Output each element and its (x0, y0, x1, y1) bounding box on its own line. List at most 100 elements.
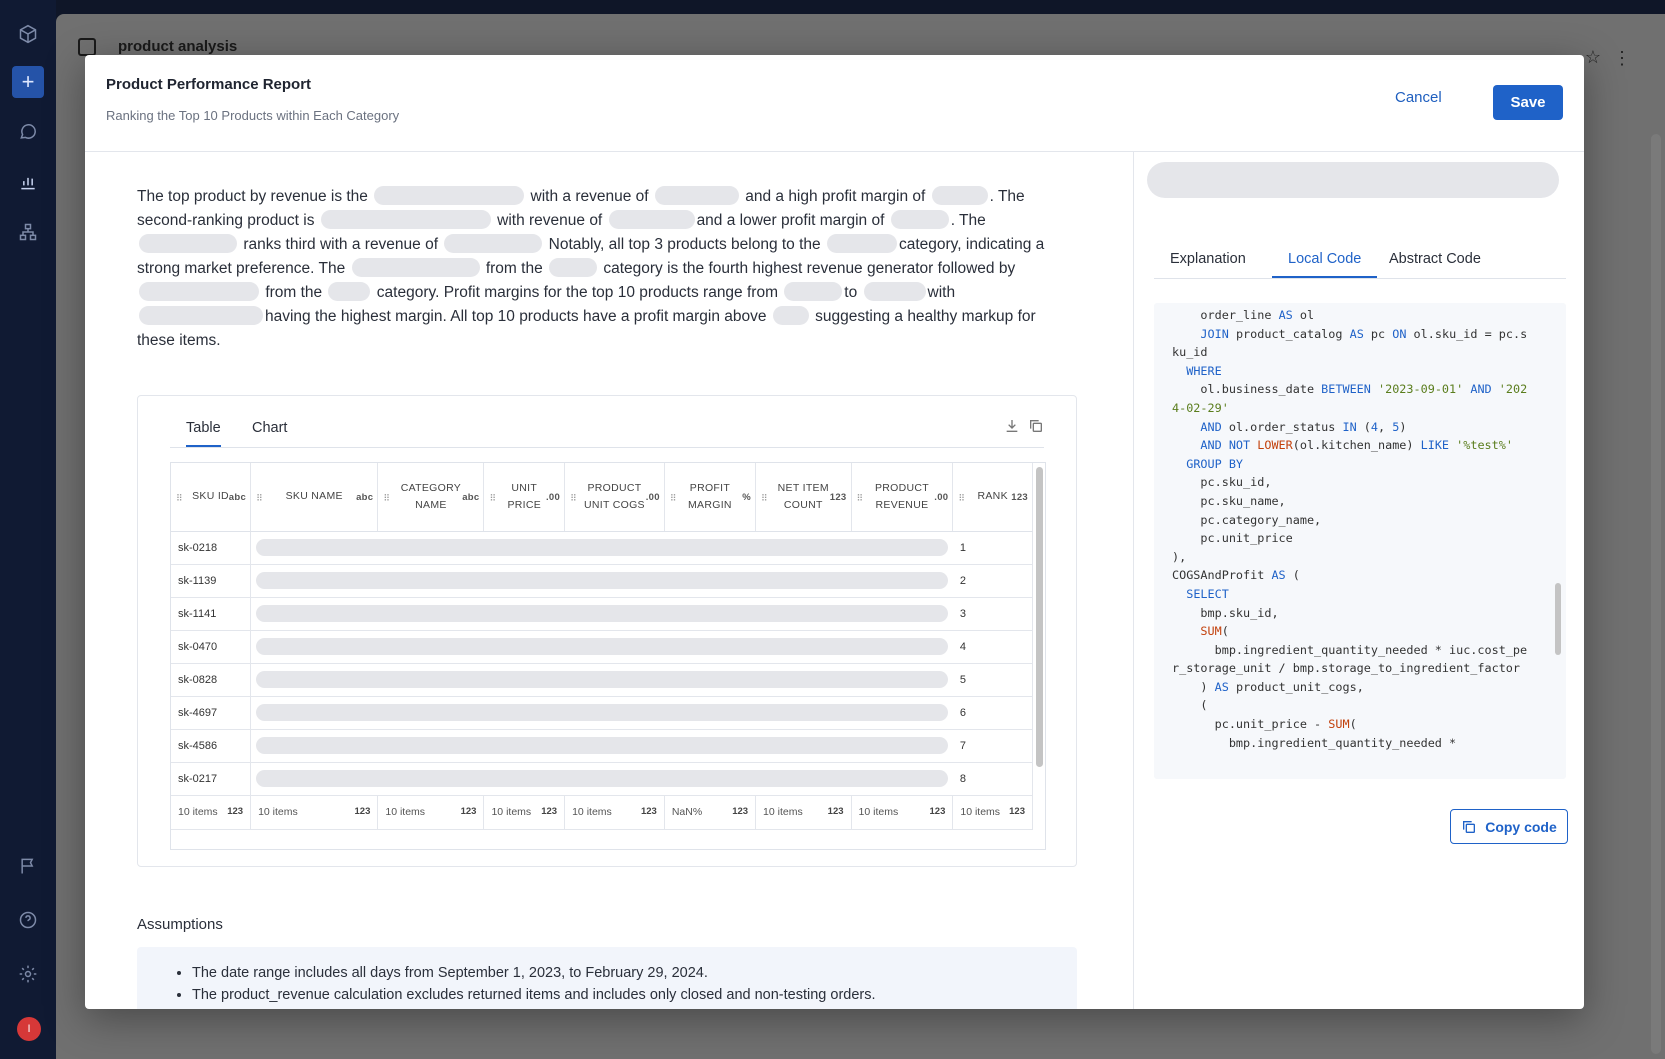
sku-id-cell: sk-1139 (171, 564, 252, 598)
footer-summary: 10 items (491, 806, 532, 818)
column-header-product-revenue[interactable]: ⠿ PRODUCT REVENUE .00 (851, 463, 954, 532)
column-header-product-unit-cogs[interactable]: ⠿ PRODUCT UNIT COGS .00 (564, 463, 665, 532)
type-badge: .00 (645, 492, 660, 503)
drag-handle-icon[interactable]: ⠿ (670, 493, 677, 504)
footer-cell: 10 items 123 (564, 795, 665, 830)
tab-chart[interactable]: Chart (252, 420, 287, 436)
settings-icon[interactable] (12, 958, 44, 990)
type-badge: abc (462, 492, 480, 503)
download-icon[interactable] (1004, 418, 1020, 437)
report-modal: Product Performance Report Ranking the T… (85, 55, 1584, 1009)
redacted-row-values (250, 663, 953, 697)
table-header-row: ⠿ SKU ID abc ⠿ SKU NAME abc ⠿ CATEGORY NAME ab… (171, 463, 1033, 532)
rank-cell: 5 (952, 663, 1033, 697)
table-scrollbar[interactable] (1036, 467, 1043, 767)
column-header-sku-id[interactable]: ⠿ SKU ID abc (171, 463, 252, 532)
summary-text: category is the fourth highest revenue g… (603, 260, 1016, 277)
footer-summary: NaN% (671, 806, 703, 818)
footer-cell: 10 items 123 (171, 795, 252, 830)
summary-text: The top product by revenue is the (137, 188, 368, 205)
rank-cell: 1 (952, 531, 1033, 565)
flag-icon[interactable] (12, 850, 44, 882)
assumptions-heading: Assumptions (137, 916, 223, 933)
footer-summary: 10 items (960, 806, 1001, 818)
column-header-net-item-count[interactable]: ⠿ NET ITEM COUNT 123 (755, 463, 852, 532)
background-scrollbar (1651, 134, 1661, 1054)
footer-summary: 10 items (178, 806, 218, 818)
table-row[interactable]: sk-0470 4 (171, 630, 1033, 664)
footer-summary: 10 items (258, 806, 298, 818)
help-icon[interactable] (12, 904, 44, 936)
table-row[interactable]: sk-0218 1 (171, 531, 1033, 565)
rank-cell: 4 (952, 630, 1033, 664)
redaction-bar (256, 671, 948, 688)
summary-text: with revenue of (497, 212, 603, 229)
table-row[interactable]: sk-0828 5 (171, 663, 1033, 697)
type-badge: abc (228, 492, 247, 503)
redaction-bar (256, 572, 948, 589)
type-badge: .00 (934, 492, 949, 503)
redacted-value (139, 306, 263, 325)
save-button[interactable]: Save (1493, 85, 1563, 120)
copy-code-button[interactable]: Copy code (1450, 809, 1568, 844)
hierarchy-icon[interactable] (12, 216, 44, 248)
chat-icon[interactable] (12, 116, 44, 148)
copy-icon[interactable] (1028, 418, 1044, 437)
summary-paragraph: The top product by revenue is the with a… (137, 185, 1077, 353)
table-row[interactable]: sk-1139 2 (171, 564, 1033, 598)
sku-id-cell: sk-1141 (171, 597, 252, 631)
drag-handle-icon[interactable]: ⠿ (489, 493, 496, 504)
drag-handle-icon[interactable]: ⠿ (383, 493, 390, 504)
redacted-value (351, 258, 480, 277)
redacted-value (826, 234, 897, 253)
column-header-unit-price[interactable]: ⠿ UNIT PRICE .00 (483, 463, 566, 532)
chart-icon[interactable] (12, 166, 44, 198)
redaction-bar (256, 539, 948, 556)
tab-local-code[interactable]: Local Code (1272, 251, 1378, 278)
footer-tag: 123 (354, 806, 371, 817)
drag-handle-icon[interactable]: ⠿ (857, 493, 864, 504)
redacted-header-bar (1147, 162, 1559, 198)
tab-explanation[interactable]: Explanation (1170, 251, 1246, 267)
summary-text: and a high profit margin of (745, 188, 926, 205)
footer-tag: 123 (460, 806, 477, 817)
logo-icon[interactable] (12, 18, 44, 50)
new-icon[interactable]: + (12, 66, 44, 98)
drag-handle-icon[interactable]: ⠿ (176, 493, 183, 504)
type-badge: .00 (545, 492, 561, 503)
rank-cell: 6 (952, 696, 1033, 730)
column-header-rank[interactable]: ⠿ RANK 123 (952, 463, 1033, 532)
avatar[interactable]: I (17, 1017, 41, 1041)
table-row[interactable]: sk-0217 8 (171, 762, 1033, 796)
drag-handle-icon[interactable]: ⠿ (570, 493, 577, 504)
tab-table[interactable]: Table (186, 420, 221, 447)
redacted-row-values (250, 729, 953, 763)
redaction-bar (256, 737, 948, 754)
sku-id-cell: sk-4697 (171, 696, 252, 730)
code-scrollbar[interactable] (1555, 583, 1561, 655)
redaction-bar (256, 638, 948, 655)
drag-handle-icon[interactable]: ⠿ (958, 493, 965, 504)
table-row[interactable]: sk-4586 7 (171, 729, 1033, 763)
column-header-sku-name[interactable]: ⠿ SKU NAME abc (250, 463, 379, 532)
type-badge: 123 (829, 492, 847, 503)
tab-abstract-code[interactable]: Abstract Code (1389, 251, 1481, 267)
table-row[interactable]: sk-1141 3 (171, 597, 1033, 631)
table-row[interactable]: sk-4697 6 (171, 696, 1033, 730)
left-rail: + I (0, 0, 56, 1059)
drag-handle-icon[interactable]: ⠿ (256, 493, 263, 504)
redacted-value (654, 186, 739, 205)
sku-id-cell: sk-0470 (171, 630, 252, 664)
sidebar-toggle-icon (78, 38, 96, 56)
summary-text: to (844, 284, 858, 301)
code-viewer[interactable]: order_line AS ol JOIN product_catalog AS… (1154, 303, 1566, 779)
redacted-row-values (250, 531, 953, 565)
code-tabs: Explanation Local Code Abstract Code (1154, 245, 1566, 279)
cancel-button[interactable]: Cancel (1395, 89, 1442, 106)
footer-cell: 10 items 123 (250, 795, 379, 830)
drag-handle-icon[interactable]: ⠿ (761, 493, 768, 504)
column-header-category-name[interactable]: ⠿ CATEGORY NAME abc (377, 463, 485, 532)
column-header-profit-margin[interactable]: ⠿ PROFIT MARGIN% (664, 463, 757, 532)
footer-tag: 123 (732, 806, 749, 817)
summary-text: . The (950, 212, 986, 229)
